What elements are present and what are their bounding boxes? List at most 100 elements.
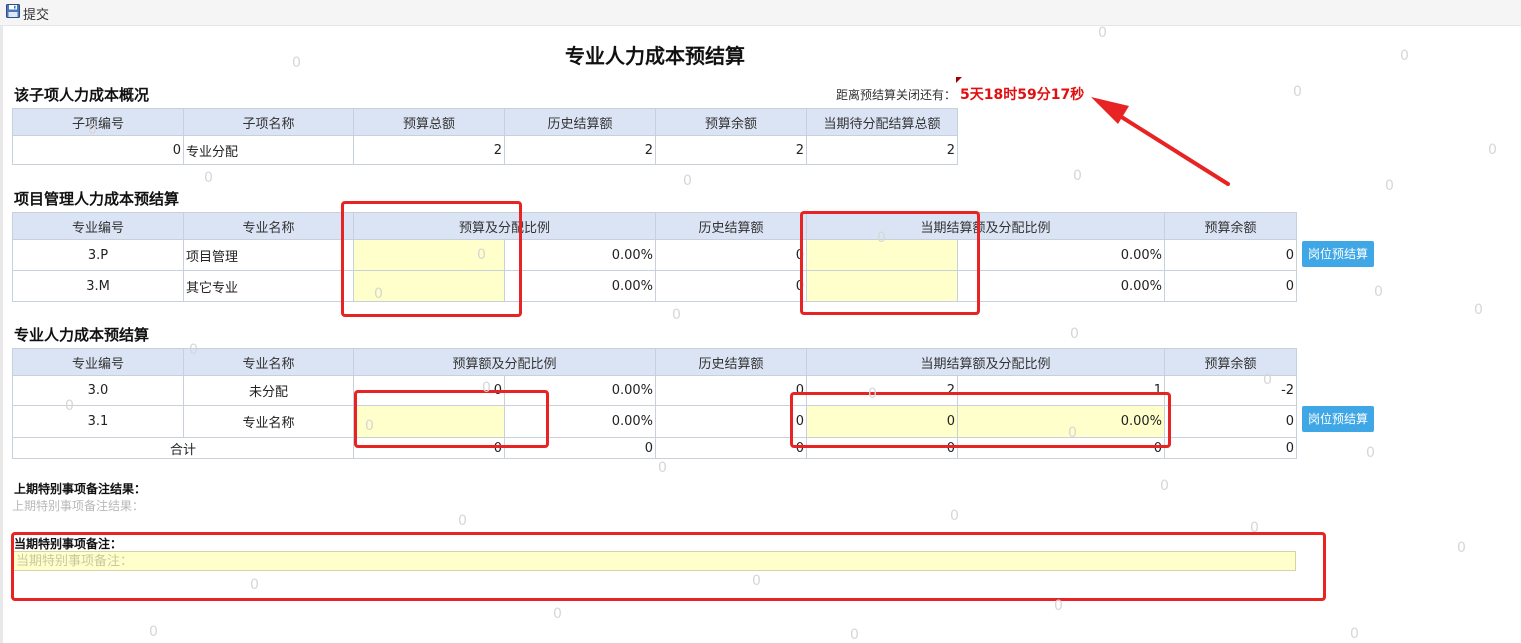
prof-code: 3.P	[12, 239, 184, 271]
prof-header-row: 专业编号 专业名称 预算额及分配比例 历史结算额 当期结算额及分配比例 预算余额	[12, 348, 1298, 376]
watermark: 0	[1457, 540, 1466, 556]
current-settle-input[interactable]	[806, 270, 959, 302]
watermark: 0	[1488, 142, 1497, 158]
post-settlement-button[interactable]: 岗位预结算	[1302, 241, 1375, 267]
watermark: 0	[672, 307, 681, 323]
budget-remaining: 0	[1164, 405, 1298, 438]
left-edge-strip	[0, 26, 3, 643]
annotation-arrow-icon	[1091, 97, 1230, 186]
watermark: 0	[1098, 25, 1107, 41]
watermark: 0	[1350, 626, 1359, 642]
history-settled: 0	[655, 375, 808, 406]
countdown: 距离预结算关闭还有： 5天18时59分17秒	[836, 84, 1084, 104]
history-settled: 0	[655, 270, 808, 302]
marker-flag-icon	[956, 77, 962, 83]
watermark: 0	[752, 573, 761, 589]
countdown-value: 5天18时59分17秒	[960, 87, 1085, 103]
submit-button[interactable]: 提交	[6, 4, 50, 23]
table-row: 0 专业分配 2 2 2 2	[12, 135, 958, 165]
col-header: 预算额及分配比例	[352, 348, 657, 376]
budget-ratio: 0.00%	[503, 270, 657, 302]
current-ratio-input[interactable]: 0.00%	[957, 405, 1166, 438]
total-budget: 0	[353, 437, 505, 459]
watermark: 0	[1070, 326, 1079, 342]
current-ratio: 0.00%	[957, 270, 1166, 302]
watermark: 0	[1400, 48, 1409, 64]
prof-name: 专业名称	[183, 405, 354, 438]
table-row: 3.0 未分配 0 0.00% 0 2 1 -2	[12, 375, 1298, 406]
submit-label: 提交	[23, 7, 50, 23]
budget-value: 0	[353, 375, 505, 406]
watermark: 0	[1054, 598, 1063, 614]
watermark: 0	[1385, 178, 1394, 194]
col-header: 子项编号	[12, 108, 184, 136]
prev-note-value: 上期特别事项备注结果：	[12, 499, 145, 513]
prev-note-title: 上期特别事项备注结果：	[14, 482, 147, 496]
col-header: 当期结算额及分配比例	[806, 348, 1166, 376]
subitem-name: 专业分配	[183, 135, 354, 165]
watermark: 0	[1160, 478, 1169, 494]
watermark: 0	[658, 460, 667, 476]
watermark: 0	[1366, 445, 1375, 461]
total-row: 合计 0 0 0 0 0 0	[12, 437, 1298, 459]
current-ratio: 0.00%	[957, 239, 1166, 271]
prof-section-title: 专业人力成本预结算	[14, 326, 150, 344]
col-header: 专业名称	[183, 212, 354, 240]
mgmt-header-row: 专业编号 专业名称 预算及分配比例 历史结算额 当期结算额及分配比例 预算余额	[12, 212, 1298, 240]
overview-section-title: 该子项人力成本概况	[14, 86, 150, 104]
save-icon	[6, 4, 20, 22]
prof-code: 3.1	[12, 405, 184, 438]
col-header: 当期待分配结算总额	[806, 108, 958, 136]
col-header: 专业编号	[12, 348, 184, 376]
prof-name: 其它专业	[183, 270, 354, 302]
total-current: 0	[806, 437, 959, 459]
watermark: 0	[553, 606, 562, 622]
current-note-input[interactable]	[12, 551, 1296, 571]
prof-code: 3.0	[12, 375, 184, 406]
budget-input[interactable]	[353, 239, 505, 271]
budget-remaining: 0	[1164, 239, 1298, 271]
col-header: 专业编号	[12, 212, 184, 240]
budget-ratio: 0.00%	[503, 375, 657, 406]
table-row: 3.1 专业名称 0.00% 0 0 0.00% 0	[12, 405, 1298, 438]
current-settle-input[interactable]	[806, 239, 959, 271]
watermark: 0	[1474, 302, 1483, 318]
budget-remaining: 2	[655, 135, 807, 165]
col-header: 预算余额	[655, 108, 807, 136]
budget-remaining: 0	[1164, 270, 1298, 302]
prof-name: 未分配	[183, 375, 354, 406]
history-settled: 0	[655, 239, 808, 271]
history-settled: 2	[504, 135, 656, 165]
table-row: 3.M 其它专业 0.00% 0 0.00% 0	[12, 270, 1298, 302]
post-settlement-button[interactable]: 岗位预结算	[1302, 406, 1375, 432]
current-settle: 2	[806, 375, 959, 406]
budget-ratio: 0.00%	[503, 239, 657, 271]
col-header: 当期结算额及分配比例	[806, 212, 1166, 240]
page-title: 专业人力成本预结算	[565, 44, 745, 68]
budget-total: 2	[353, 135, 505, 165]
col-header: 历史结算额	[504, 108, 656, 136]
subitem-code: 0	[12, 135, 184, 165]
total-label: 合计	[12, 437, 354, 459]
current-ratio: 1	[957, 375, 1166, 406]
watermark: 0	[850, 627, 859, 643]
budget-input[interactable]	[353, 405, 505, 438]
table-row: 3.P 项目管理 0.00% 0 0.00% 0	[12, 239, 1298, 271]
watermark: 0	[250, 577, 259, 593]
budget-input[interactable]	[353, 270, 505, 302]
col-header: 预算总额	[353, 108, 505, 136]
watermark: 0	[950, 508, 959, 524]
history-settled: 0	[655, 405, 808, 438]
toolbar: 提交	[0, 0, 1521, 26]
col-header: 历史结算额	[655, 348, 808, 376]
watermark: 0	[683, 173, 692, 189]
total-history: 0	[655, 437, 808, 459]
budget-ratio: 0.00%	[503, 405, 657, 438]
col-header: 子项名称	[183, 108, 354, 136]
prof-name: 项目管理	[183, 239, 354, 271]
pending-total: 2	[806, 135, 958, 165]
col-header: 预算余额	[1164, 212, 1298, 240]
watermark: 0	[1293, 84, 1302, 100]
current-settle-input[interactable]: 0	[806, 405, 959, 438]
watermark: 0	[1374, 284, 1383, 300]
